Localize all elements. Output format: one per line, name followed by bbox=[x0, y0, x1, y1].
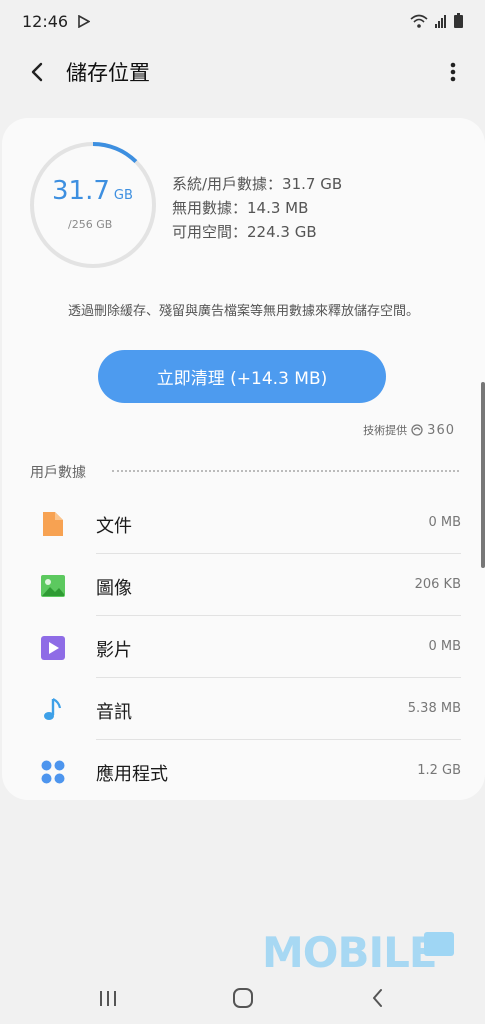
more-options-icon[interactable] bbox=[447, 58, 459, 86]
battery-icon bbox=[454, 13, 463, 28]
wifi-icon bbox=[410, 14, 428, 28]
360-logo-icon bbox=[411, 424, 423, 436]
item-size: 5.38 MB bbox=[407, 701, 461, 716]
status-time: 12:46 bbox=[22, 12, 69, 31]
item-size: 0 MB bbox=[428, 515, 461, 530]
list-item-images[interactable]: 圖像 206 KB bbox=[2, 554, 485, 616]
signal-icon bbox=[435, 14, 446, 28]
document-icon bbox=[43, 512, 63, 536]
play-store-icon bbox=[78, 15, 90, 28]
item-name: 應用程式 bbox=[96, 764, 168, 785]
section-divider bbox=[112, 470, 459, 472]
watermark-bubble-icon bbox=[424, 932, 454, 956]
video-icon bbox=[41, 636, 65, 660]
recent-apps-button[interactable] bbox=[94, 984, 122, 1012]
stat-free-space: 可用空間：224.3 GB bbox=[172, 223, 317, 241]
navigation-bar bbox=[0, 972, 485, 1024]
status-bar: 12:46 bbox=[0, 0, 485, 44]
user-data-list: 文件 0 MB 圖像 206 KB 影片 0 MB 音訊 5.38 MB 應用程… bbox=[2, 492, 485, 802]
used-storage: 31.7 GB bbox=[52, 176, 133, 206]
provider-credit: 技術提供 360 bbox=[363, 422, 455, 438]
storage-card: 31.7 GB /256 GB 系統/用戶數據：31.7 GB 無用數據：14.3… bbox=[2, 118, 485, 800]
used-unit: GB bbox=[113, 188, 133, 203]
section-title-user-data: 用戶數據 bbox=[30, 465, 86, 481]
watermark-logo: MOBILE bbox=[262, 928, 438, 977]
clean-now-button[interactable]: 立即清理 (+14.3 MB) bbox=[98, 350, 386, 403]
page-title: 儲存位置 bbox=[66, 61, 150, 85]
image-icon bbox=[41, 575, 65, 597]
storage-stats: 系統/用戶數據：31.7 GB 無用數據：14.3 MB 可用空間：224.3 … bbox=[172, 172, 342, 244]
cleanup-hint: 透過刪除緩存、殘留與廣告檔案等無用數據來釋放儲存空間。 bbox=[67, 304, 419, 319]
apps-icon bbox=[41, 760, 65, 784]
back-button[interactable] bbox=[24, 58, 52, 86]
list-item-documents[interactable]: 文件 0 MB bbox=[2, 492, 485, 554]
stat-system-user-data: 系統/用戶數據：31.7 GB bbox=[172, 175, 343, 193]
item-name: 音訊 bbox=[96, 702, 132, 723]
back-nav-button[interactable] bbox=[364, 984, 392, 1012]
total-storage: /256 GB bbox=[68, 218, 113, 231]
status-icons bbox=[410, 13, 463, 28]
item-name: 文件 bbox=[96, 516, 132, 537]
item-name: 影片 bbox=[96, 640, 132, 661]
stat-junk-data: 無用數據：14.3 MB bbox=[172, 199, 309, 217]
provider-brand: 360 bbox=[427, 422, 455, 438]
item-name: 圖像 bbox=[96, 578, 132, 599]
app-bar: 儲存位置 bbox=[0, 44, 485, 100]
provider-label: 技術提供 bbox=[363, 424, 408, 437]
used-value: 31.7 bbox=[52, 176, 110, 206]
item-size: 0 MB bbox=[428, 639, 461, 654]
list-item-audio[interactable]: 音訊 5.38 MB bbox=[2, 678, 485, 740]
item-size: 206 KB bbox=[414, 577, 461, 592]
music-note-icon bbox=[44, 698, 62, 720]
list-item-videos[interactable]: 影片 0 MB bbox=[2, 616, 485, 678]
home-button[interactable] bbox=[229, 984, 257, 1012]
list-item-apps[interactable]: 應用程式 1.2 GB bbox=[2, 740, 485, 802]
item-size: 1.2 GB bbox=[417, 763, 461, 778]
scrollbar-thumb[interactable] bbox=[481, 382, 485, 568]
